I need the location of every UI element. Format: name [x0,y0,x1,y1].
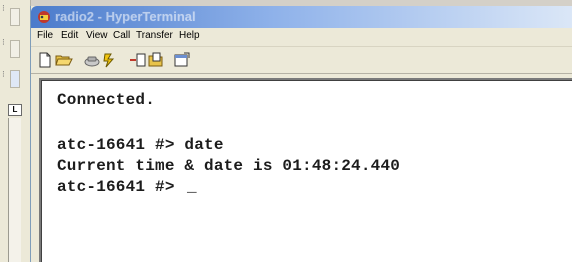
toolbar [31,47,572,74]
menu-help[interactable]: Help [179,30,200,41]
ruler-tab-selector[interactable]: L [8,104,22,116]
send-icon[interactable] [129,51,147,69]
menu-file[interactable]: File [37,30,53,41]
terminal-line: Current time & date is 01:48:24.440 [57,157,401,175]
window-title: radio2 - HyperTerminal [55,9,196,24]
terminal-cursor: _ [187,178,197,196]
menu-view[interactable]: View [86,30,108,41]
grip-dots-icon: ⁝ [2,38,5,48]
hyperterminal-window: radio2 - HyperTerminal File Edit View Ca… [30,6,572,262]
menu-call[interactable]: Call [113,30,130,41]
hyperterminal-app-icon[interactable] [37,10,51,24]
disconnect-icon[interactable] [101,51,119,69]
title-bar[interactable]: radio2 - HyperTerminal [31,6,572,28]
terminal-screen[interactable]: Connected. atc-16641 #> date Current tim… [39,78,572,262]
grip-dots-icon: ⁝ [2,70,5,80]
terminal-inner-border: Connected. atc-16641 #> date Current tim… [41,80,572,262]
menu-edit[interactable]: Edit [61,30,78,41]
menu-transfer[interactable]: Transfer [136,30,173,41]
terminal-prompt-line: atc-16641 #> [57,178,185,196]
call-icon[interactable] [83,51,101,69]
properties-icon[interactable] [173,51,191,69]
receive-icon[interactable] [147,51,165,69]
open-folder-icon[interactable] [55,51,73,69]
background-app-sidebar: ⁝ ⁝ ⁝ L [0,0,31,262]
terminal-line: atc-16641 #> date [57,136,224,154]
background-toolbar-button[interactable] [10,8,20,26]
menu-bar: File Edit View Call Transfer Help [31,28,572,47]
vertical-ruler [8,118,21,262]
terminal-line: Connected. [57,91,156,109]
new-document-icon[interactable] [36,51,54,69]
background-toolbar-button[interactable] [10,70,20,88]
grip-dots-icon: ⁝ [2,4,5,14]
background-toolbar-button[interactable] [10,40,20,58]
